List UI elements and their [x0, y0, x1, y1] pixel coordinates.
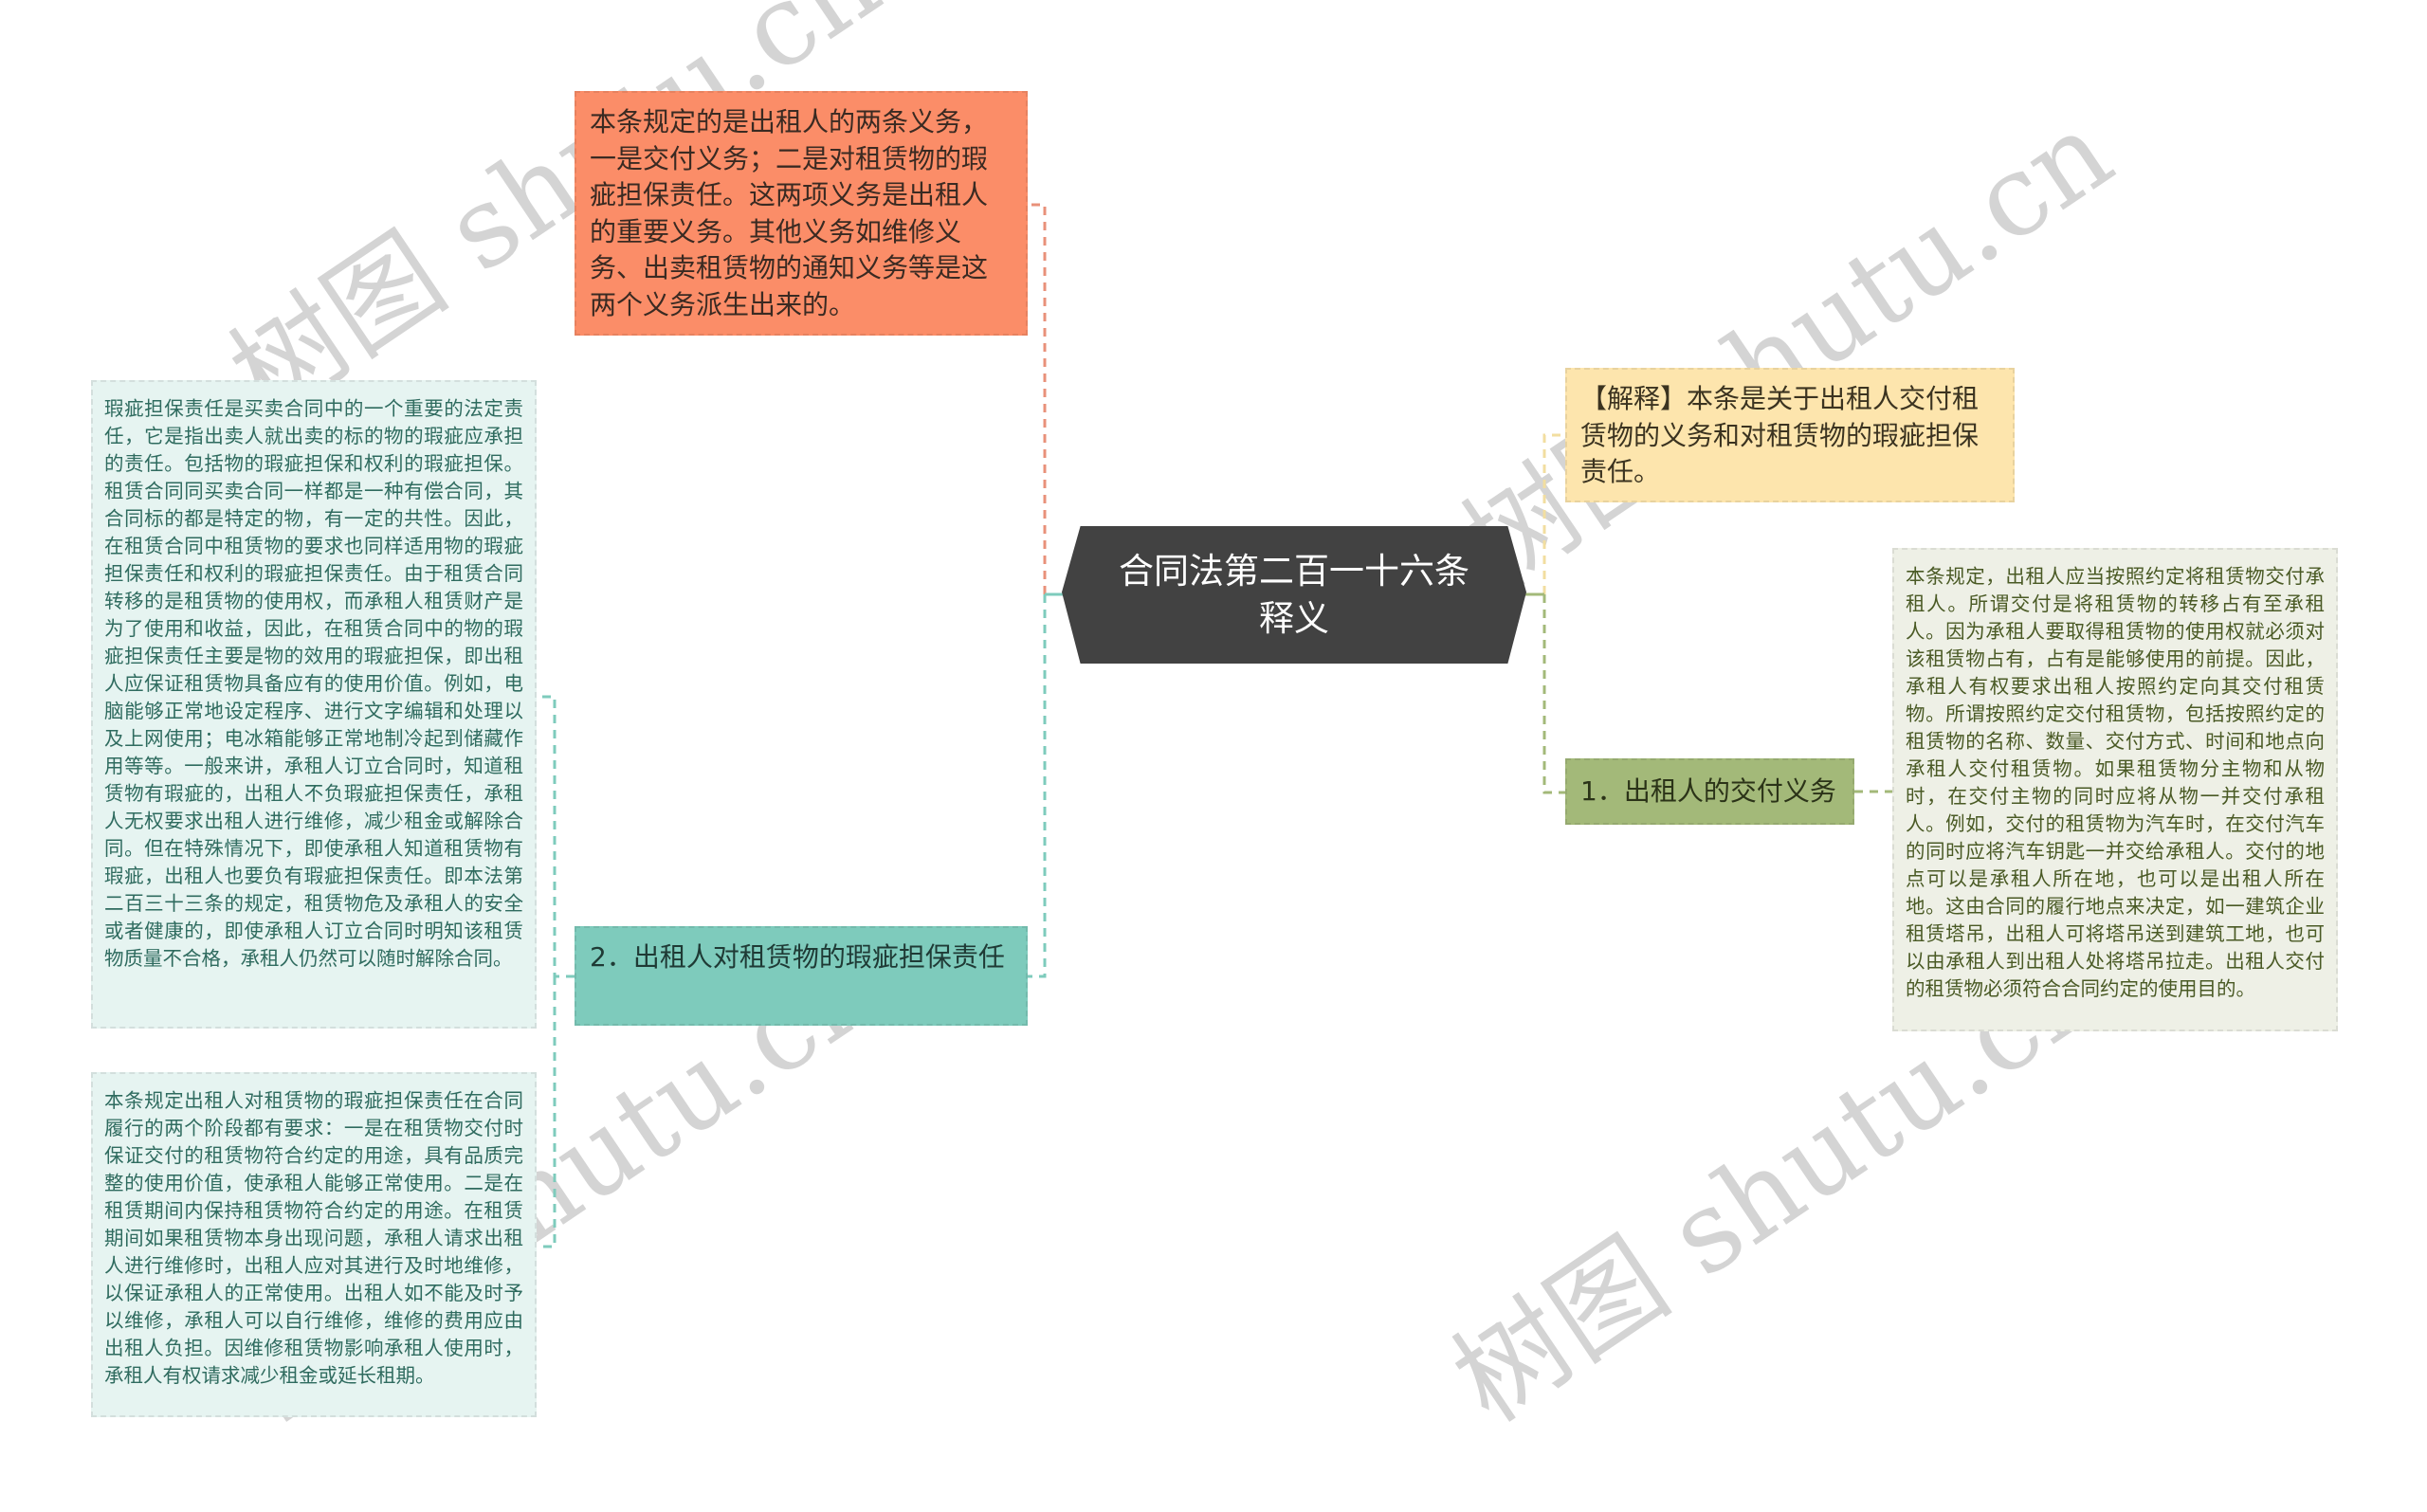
subtopic-label: 本条规定出租人对租赁物的瑕疵担保责任在合同履行的两个阶段都有要求：一是在租赁物交…: [104, 1089, 523, 1387]
connector-root-to-teal: [1028, 594, 1047, 978]
subtopic-defect-warranty-explanation[interactable]: 瑕疵担保责任是买卖合同中的一个重要的法定责任，它是指出卖人就出卖的标的物的瑕疵应…: [91, 380, 537, 1029]
connector-root-to-green: [1542, 594, 1565, 794]
subtopic-defect-warranty-stages[interactable]: 本条规定出租人对租赁物的瑕疵担保责任在合同履行的两个阶段都有要求：一是在租赁物交…: [91, 1072, 537, 1417]
subtopic-label: 本条规定，出租人应当按照约定将租赁物交付承租人。所谓交付是将租赁物的转移占有至承…: [1906, 565, 2325, 1000]
topic-label: 【解释】本条是关于出租人交付租赁物的义务和对租赁物的瑕疵担保责任。: [1580, 383, 1980, 487]
connector-teal-to-leaf-1: [537, 695, 575, 978]
topic-obligations-summary[interactable]: 本条规定的是出租人的两条义务，一是交付义务；二是对租赁物的瑕疵担保责任。这两项义…: [575, 91, 1028, 336]
root-topic[interactable]: 合同法第二百一十六条释义: [1062, 526, 1526, 664]
topic-label: 2．出租人对租赁物的瑕疵担保责任: [590, 941, 1005, 973]
root-topic-label: 合同法第二百一十六条释义: [1119, 550, 1469, 639]
subtopic-delivery-obligation-explanation[interactable]: 本条规定，出租人应当按照约定将租赁物交付承租人。所谓交付是将租赁物的转移占有至承…: [1892, 548, 2338, 1031]
watermark: 树图 shutu.cn: [1440, 85, 2134, 613]
topic-delivery-obligation[interactable]: 1．出租人的交付义务: [1565, 758, 1854, 825]
topic-label: 本条规定的是出租人的两条义务，一是交付义务；二是对租赁物的瑕疵担保责任。这两项义…: [590, 106, 989, 320]
topic-interpretation[interactable]: 【解释】本条是关于出租人交付租赁物的义务和对租赁物的瑕疵担保责任。: [1565, 368, 2015, 502]
topic-defect-warranty[interactable]: 2．出租人对租赁物的瑕疵担保责任: [575, 926, 1028, 1026]
subtopic-label: 瑕疵担保责任是买卖合同中的一个重要的法定责任，它是指出卖人就出卖的标的物的瑕疵应…: [104, 397, 523, 970]
topic-label: 1．出租人的交付义务: [1580, 774, 1836, 807]
connector-root-to-orange: [1028, 203, 1047, 594]
